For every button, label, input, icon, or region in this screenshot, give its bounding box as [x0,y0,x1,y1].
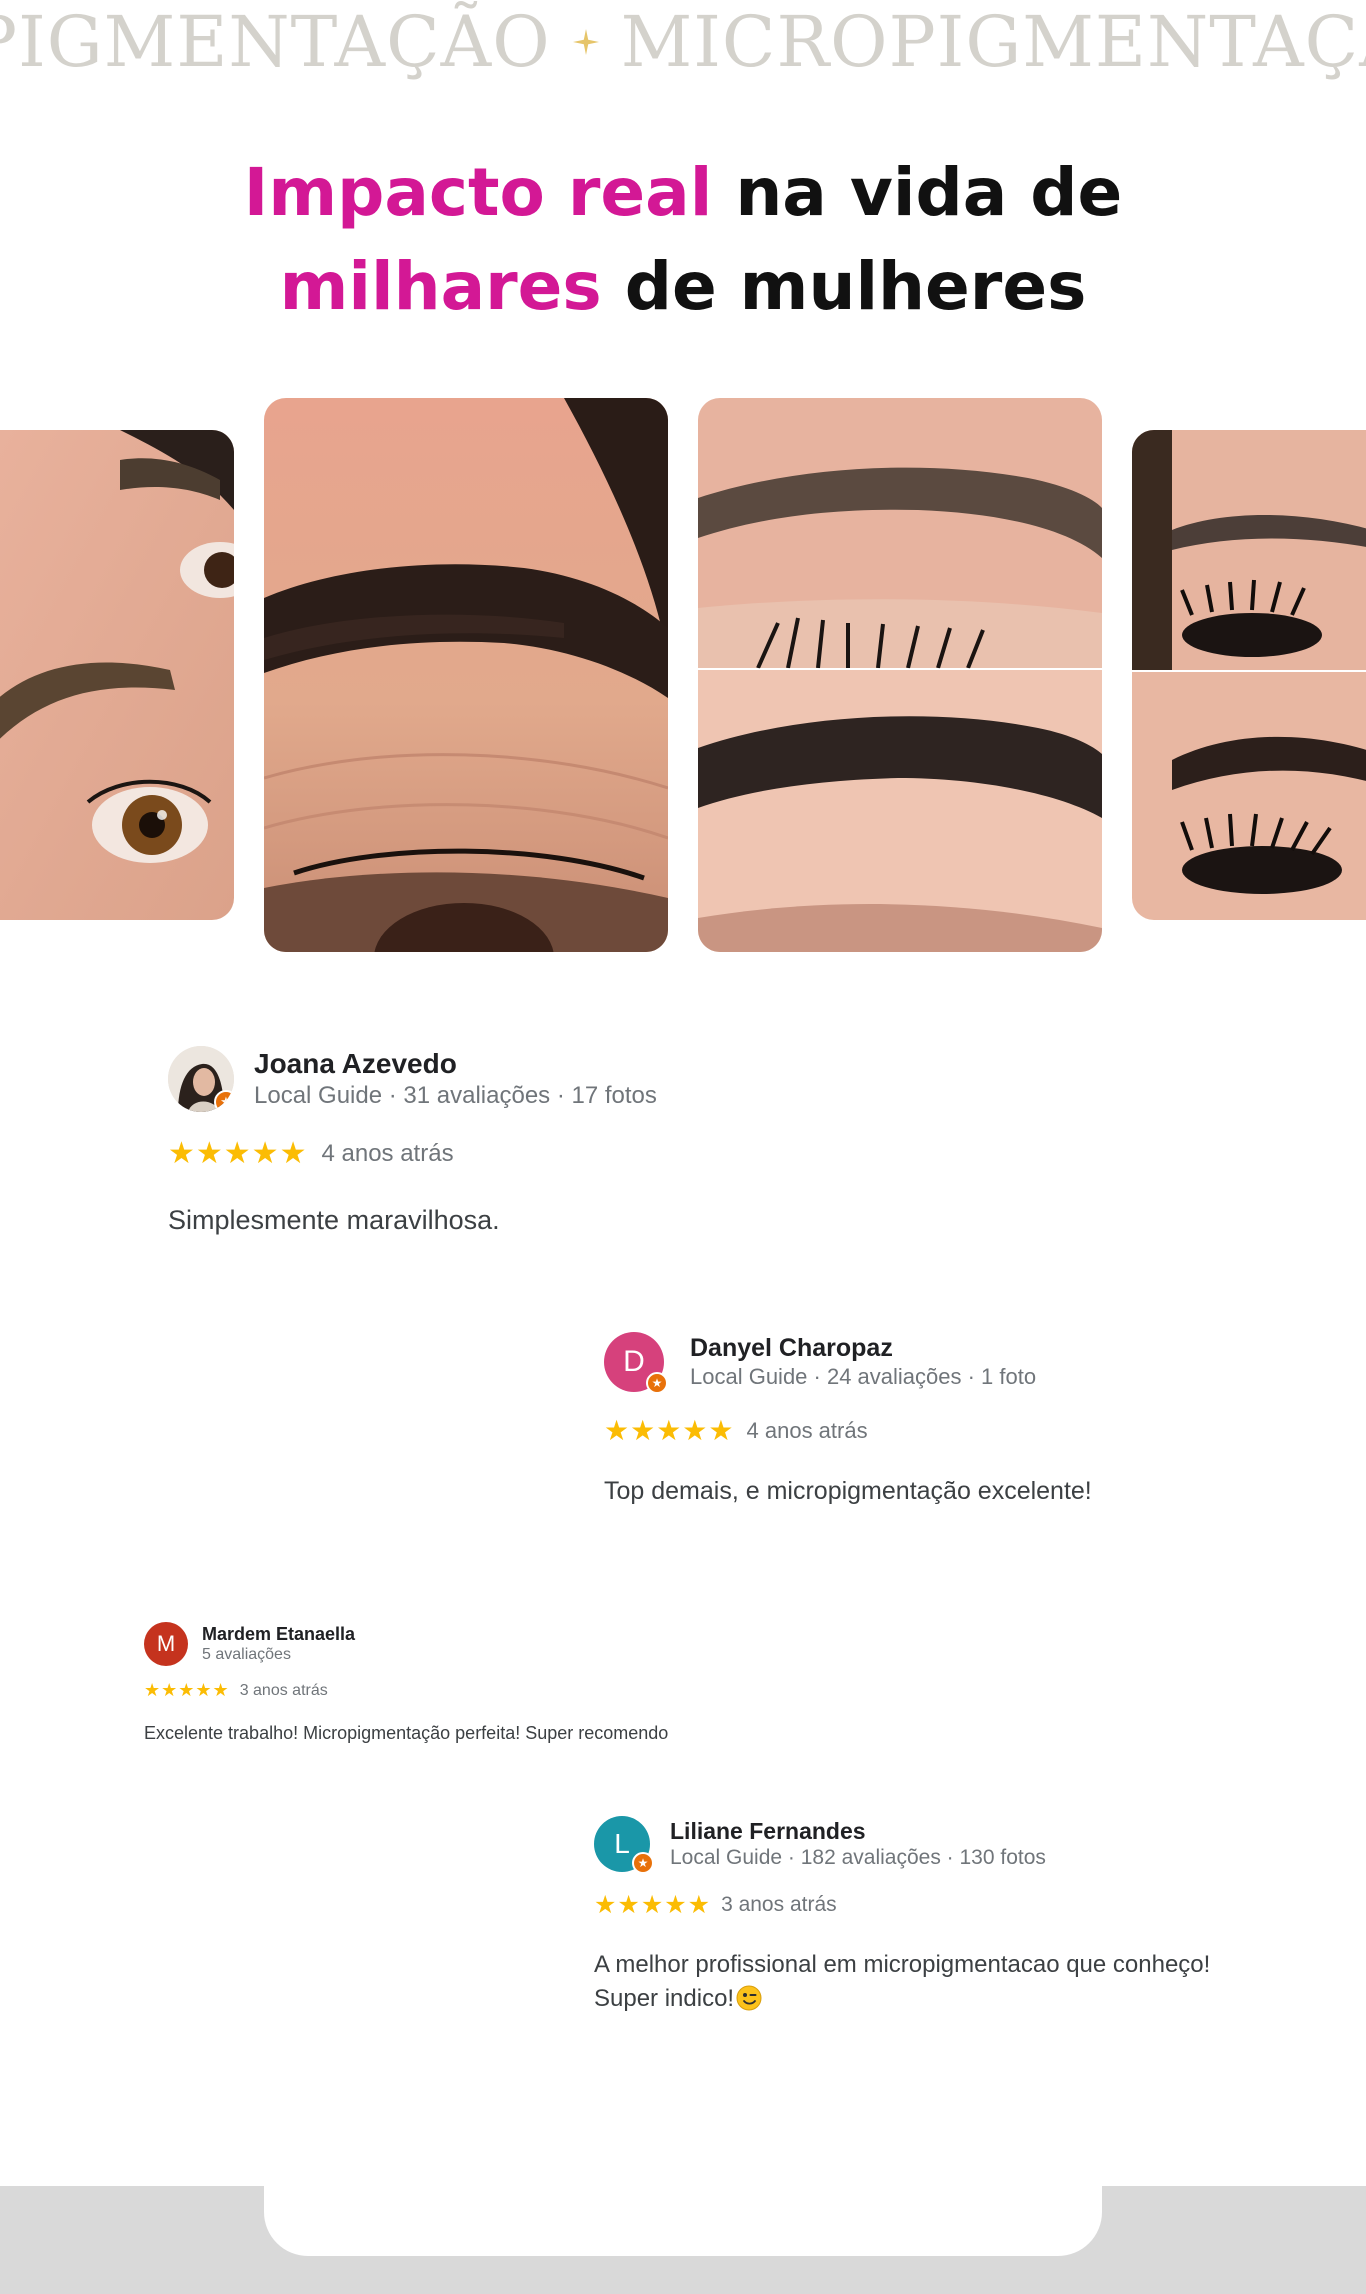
eyebrow-photo-closeup[interactable] [264,398,668,952]
avatar-letter: L [614,1828,630,1859]
star-rating-icon: ★★★★★ [594,1891,712,1919]
review-author-block: Danyel Charopaz Local Guide · 24 avaliaç… [690,1333,1036,1391]
local-guide-badge-icon: ★ [214,1090,234,1112]
review-text: A melhor profissional em micropigmentaca… [594,1948,1244,2016]
review-time: 4 anos atrás [321,1139,454,1167]
review-rating: ★★★★★ 4 anos atrás [168,1136,868,1171]
review-text: Top demais, e micropigmentação excelente… [604,1477,1092,1505]
review-author-block: Joana Azevedo Local Guide · 31 avaliaçõe… [254,1047,657,1111]
review-card: D ★ Danyel Charopaz Local Guide · 24 ava… [604,1332,1304,1506]
avatar[interactable]: L ★ [594,1816,654,1874]
review-header: L ★ Liliane Fernandes Local Guide · 182 … [594,1816,1294,1874]
heading-text: de mulheres [601,248,1087,325]
eyebrow-before-after[interactable] [698,398,1102,952]
eyebrow-photo-left[interactable] [0,430,234,920]
review-rating: ★★★★★ 3 anos atrás [594,1890,1294,1920]
avatar[interactable]: ★ [168,1046,234,1112]
results-carousel[interactable] [0,398,1366,954]
review-time: 3 anos atrás [721,1893,837,1916]
avatar[interactable]: D ★ [604,1332,668,1394]
reviewer-name[interactable]: Liliane Fernandes [670,1817,1046,1845]
review-time: 4 anos atrás [746,1417,868,1443]
local-guide-badge-icon: ★ [646,1372,668,1394]
reviewer-meta: Local Guide · 24 avaliações · 1 foto [690,1364,1037,1389]
local-guide-badge-icon: ★ [632,1852,654,1874]
star-rating-icon: ★★★★★ [144,1680,230,1700]
reviewer-meta: Local Guide · 182 avaliações · 130 fotos [670,1846,1046,1869]
marquee-word: MICROPIGMENTAÇÃO [0,1,551,83]
review-text: Excelente trabalho! Micropigmentação per… [144,1723,669,1743]
star-rating-icon: ★★★★★ [604,1415,735,1446]
section-heading: Impacto real na vida de milhares de mulh… [0,146,1366,334]
reviewer-name[interactable]: Mardem Etanaella [202,1623,355,1645]
star-rating-icon: ★★★★★ [168,1137,308,1170]
review-time: 3 anos atrás [239,1681,328,1699]
review-rating: ★★★★★ 4 anos atrás [604,1414,1304,1447]
review-text-content: A melhor profissional em micropigmentaca… [594,1951,1211,2012]
heading-highlight: milhares [279,248,602,325]
review-card: M Mardem Etanaella 5 avaliações ★★★★★ 3 … [144,1622,944,1744]
review-text: Simplesmente maravilhosa. [168,1205,500,1235]
review-author-block: Liliane Fernandes Local Guide · 182 aval… [670,1817,1046,1871]
review-header: D ★ Danyel Charopaz Local Guide · 24 ava… [604,1332,1304,1394]
review-author-block: Mardem Etanaella 5 avaliações [202,1623,355,1665]
heading-highlight: Impacto real [243,154,713,231]
review-header: M Mardem Etanaella 5 avaliações [144,1622,944,1666]
review-card: L ★ Liliane Fernandes Local Guide · 182 … [594,1816,1294,2016]
winking-face-emoji-icon [736,1985,762,2011]
marquee-track: MICROPIGMENTAÇÃO MICROPIGMENTAÇÃO MICROP… [0,4,1366,80]
avatar[interactable]: M [144,1622,188,1666]
reviewer-name[interactable]: Joana Azevedo [254,1047,657,1081]
marquee-word: MICROPIGMENTAÇÃO [620,1,1366,83]
review-header: ★ Joana Azevedo Local Guide · 31 avaliaç… [168,1046,868,1112]
review-card: ★ Joana Azevedo Local Guide · 31 avaliaç… [168,1046,868,1236]
eyebrow-lashes-right[interactable] [1132,430,1366,920]
marquee-banner: MICROPIGMENTAÇÃO MICROPIGMENTAÇÃO MICROP… [0,0,1366,90]
avatar-letter: D [623,1345,645,1378]
heading-text: na vida de [712,154,1123,231]
avatar-letter: M [156,1631,176,1656]
review-rating: ★★★★★ 3 anos atrás [144,1680,944,1701]
sparkle-icon [571,27,601,57]
reviewer-meta: Local Guide · 31 avaliações · 17 fotos [254,1082,657,1109]
reviewer-meta: 5 avaliações [202,1646,291,1663]
footer-card [264,2140,1102,2256]
reviewer-name[interactable]: Danyel Charopaz [690,1333,1036,1363]
